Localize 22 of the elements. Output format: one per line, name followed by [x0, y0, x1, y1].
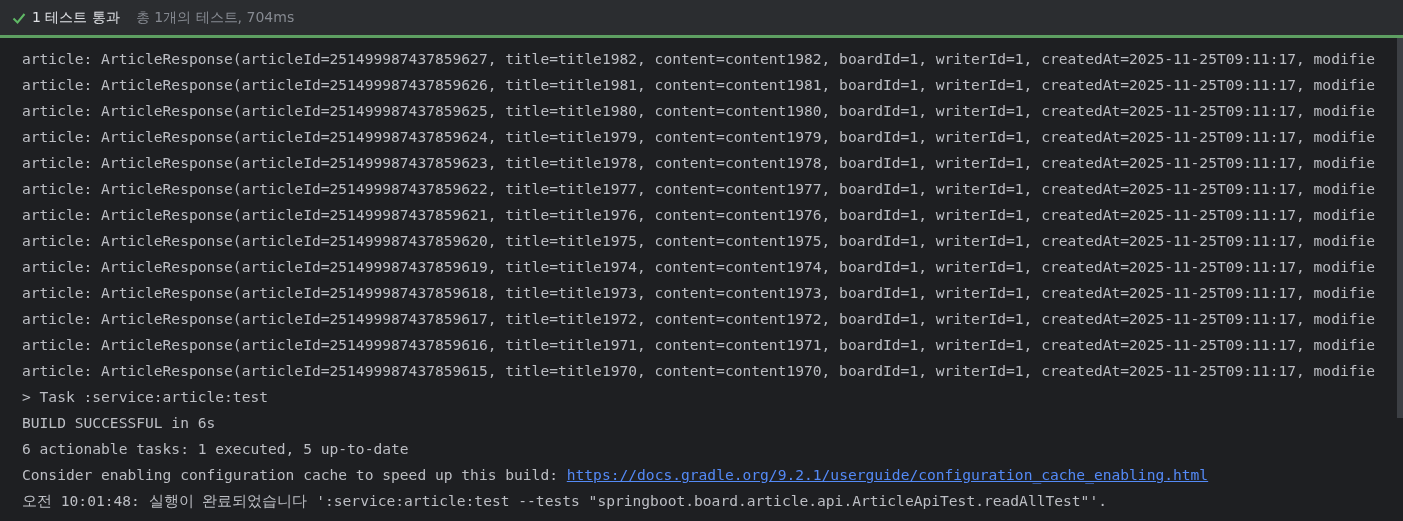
log-line: article: ArticleResponse(articleId=251499987437859618, title=title1973, content=content1973, boardId=1, writerId=1, createdAt=2025-11-25T09:11:17, modifie — [22, 283, 1377, 303]
log-line: article: ArticleResponse(articleId=251499987437859624, title=title1979, content=content1979, boardId=1, writerId=1, createdAt=2025-11-25T09:11:17, modifie — [22, 127, 1377, 147]
test-summary: 총 1개의 테스트, 704ms — [135, 8, 295, 27]
log-line: article: ArticleResponse(articleId=251499987437859623, title=title1978, content=content1978, boardId=1, writerId=1, createdAt=2025-11-25T09:11:17, modifie — [22, 153, 1377, 173]
log-line: article: ArticleResponse(articleId=251499987437859625, title=title1980, content=content1980, boardId=1, writerId=1, createdAt=2025-11-25T09:11:17, modifie — [22, 101, 1377, 121]
log-line: article: ArticleResponse(articleId=251499987437859622, title=title1977, content=content1977, boardId=1, writerId=1, createdAt=2025-11-25T09:11:17, modifie — [22, 179, 1377, 199]
log-line: article: ArticleResponse(articleId=251499987437859616, title=title1971, content=content1971, boardId=1, writerId=1, createdAt=2025-11-25T09:11:17, modifie — [22, 335, 1377, 355]
log-line: 6 actionable tasks: 1 executed, 5 up-to-date — [22, 439, 410, 459]
log-line: article: ArticleResponse(articleId=251499987437859621, title=title1976, content=content1976, boardId=1, writerId=1, createdAt=2025-11-25T09:11:17, modifie — [22, 205, 1377, 225]
log-line: Consider enabling configuration cache to speed up this build: — [22, 466, 558, 483]
log-line: article: ArticleResponse(articleId=251499987437859626, title=title1981, content=content1981, boardId=1, writerId=1, createdAt=2025-11-25T09:11:17, modifie — [22, 75, 1377, 95]
log-line: article: ArticleResponse(articleId=251499987437859617, title=title1972, content=content1972, boardId=1, writerId=1, createdAt=2025-11-25T09:11:17, modifie — [22, 309, 1377, 329]
log-line: article: ArticleResponse(articleId=251499987437859620, title=title1975, content=content1975, boardId=1, writerId=1, createdAt=2025-11-25T09:11:17, modifie — [22, 231, 1377, 251]
log-line: BUILD SUCCESSFUL in 6s — [22, 413, 217, 433]
test-status: 1 테스트 통과 — [32, 8, 120, 27]
log-line: article: ArticleResponse(articleId=251499987437859627, title=title1982, content=content1982, boardId=1, writerId=1, createdAt=2025-11-25T09:11:17, modifie — [22, 49, 1377, 69]
log-line: > Task :service:article:test — [22, 387, 269, 407]
log-line: article: ArticleResponse(articleId=251499987437859615, title=title1970, content=content1970, boardId=1, writerId=1, createdAt=2025-11-25T09:11:17, modifie — [22, 361, 1377, 381]
log-line: article: ArticleResponse(articleId=251499987437859619, title=title1974, content=content1974, boardId=1, writerId=1, createdAt=2025-11-25T09:11:17, modifie — [22, 257, 1377, 277]
scrollbar[interactable] — [1397, 38, 1403, 418]
log-line: 오전 10:01:48: 실행이 완료되었습니다 ':service:article:test --tests "springboot.board.article.api.ArticleApiTest.readAllTest"'. — [22, 491, 1108, 511]
docs-link[interactable]: https://docs.gradle.org/9.2.1/userguide/configuration_cache_enabling.html — [566, 466, 1209, 483]
